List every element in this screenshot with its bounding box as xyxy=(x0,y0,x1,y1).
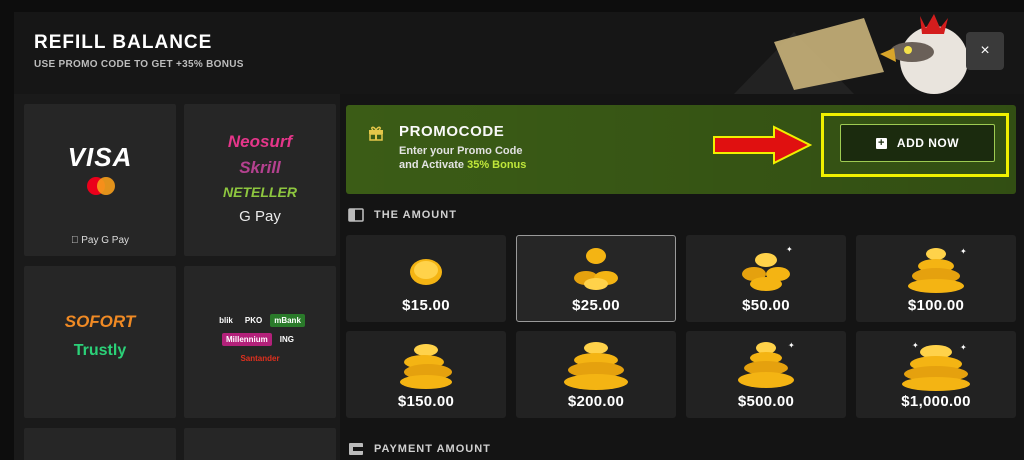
payment-amount-title: PAYMENT AMOUNT xyxy=(374,443,491,455)
promocode-banner: PROMOCODE Enter your Promo Code and Acti… xyxy=(346,105,1016,194)
amount-section-header: THE AMOUNT xyxy=(348,208,457,222)
neosurf-logo: Neosurf xyxy=(227,132,293,151)
wallet-icon xyxy=(348,208,364,222)
red-arrow-icon xyxy=(713,125,812,165)
amount-value: $100.00 xyxy=(907,297,965,314)
blik-logo: blik xyxy=(219,316,233,325)
svg-text:✦: ✦ xyxy=(788,341,795,350)
amount-option[interactable]: ✦ $100.00 xyxy=(856,235,1016,322)
visa-logo: VISA xyxy=(67,142,133,172)
amount-value: $50.00 xyxy=(742,297,790,314)
amount-value: $500.00 xyxy=(737,393,795,410)
coin-stack-icon xyxy=(564,342,628,390)
sofort-logo: SOFORT xyxy=(64,312,136,331)
plus-icon: + xyxy=(875,137,887,149)
promocode-title: PROMOCODE xyxy=(399,123,505,140)
coin-stack-icon: ✦ xyxy=(738,341,795,388)
svg-text:✦: ✦ xyxy=(960,247,967,256)
amount-value: $25.00 xyxy=(572,297,620,314)
amount-value: $1,000.00 xyxy=(901,393,971,410)
card-icon xyxy=(349,443,363,455)
amount-option[interactable]: $15.00 xyxy=(346,235,506,322)
pko-logo: PKO xyxy=(244,316,263,325)
promocode-description: Enter your Promo Code xyxy=(399,145,523,157)
svg-text:✦: ✦ xyxy=(786,245,793,254)
coin-pile-icon: ✦ xyxy=(908,247,967,293)
wallet-labels:  Pay G Pay xyxy=(71,235,129,246)
amount-option[interactable]: $200.00 xyxy=(516,331,676,418)
payment-method-card[interactable] xyxy=(184,428,336,460)
neteller-logo: NETELLER xyxy=(223,184,297,200)
amount-option-selected[interactable]: $25.00 xyxy=(516,235,676,322)
amount-value: $15.00 xyxy=(402,297,450,314)
payment-method-card[interactable]: VISA  Pay G Pay xyxy=(24,104,176,256)
coin-pile-icon: ✦ xyxy=(742,245,793,291)
amount-option[interactable]: ✦ $500.00 xyxy=(686,331,846,418)
svg-text:✦: ✦ xyxy=(912,341,919,350)
amount-value: $200.00 xyxy=(567,393,625,410)
amount-option[interactable]: $150.00 xyxy=(346,331,506,418)
svg-text:✦: ✦ xyxy=(960,343,967,352)
payment-methods-panel: VISA  Pay G Pay Neosurf Skrill NETELLER… xyxy=(14,94,340,460)
modal-title: REFILL BALANCE xyxy=(34,32,213,53)
mbank-logo: mBank xyxy=(270,314,305,327)
payment-method-bank-transfer[interactable]: SOFORT Trustly xyxy=(24,266,176,418)
modal-header: REFILL BALANCE USE PROMO CODE TO GET +35… xyxy=(14,12,1024,94)
payment-amount-section-header: PAYMENT AMOUNT xyxy=(348,442,491,456)
payment-method-banks[interactable]: blik PKO mBank Millennium ING Santander xyxy=(184,266,336,418)
millennium-logo: Millennium xyxy=(221,333,272,346)
single-coin-icon xyxy=(410,259,442,285)
bank-logos: blik PKO mBank Millennium ING Santander xyxy=(184,314,336,371)
trustly-logo: Trustly xyxy=(73,342,127,359)
google-pay-logo: G Pay xyxy=(239,208,281,225)
add-now-label: ADD NOW xyxy=(896,136,960,150)
payment-method-card[interactable] xyxy=(24,428,176,460)
gift-icon xyxy=(369,126,383,141)
modal-subtitle: USE PROMO CODE TO GET +35% BONUS xyxy=(34,59,244,70)
refill-main-panel: PROMOCODE Enter your Promo Code and Acti… xyxy=(340,94,1024,460)
amount-option[interactable]: ✦ $50.00 xyxy=(686,235,846,322)
amount-value: $150.00 xyxy=(397,393,455,410)
skrill-logo: Skrill xyxy=(239,158,281,177)
mastercard-icon xyxy=(87,177,115,195)
close-button[interactable]: × xyxy=(966,32,1004,70)
coin-pile-icon xyxy=(574,248,618,290)
amount-option[interactable]: ✦ ✦ $1,000.00 xyxy=(856,331,1016,418)
ing-logo: ING xyxy=(279,335,294,344)
coin-stack-icon xyxy=(400,344,452,389)
rooster-mascot-icon xyxy=(734,14,968,94)
promocode-bonus-text: and Activate 35% Bonus xyxy=(399,159,527,171)
refill-balance-modal: REFILL BALANCE USE PROMO CODE TO GET +35… xyxy=(14,12,1024,460)
coin-heap-icon: ✦ ✦ xyxy=(902,341,970,391)
add-now-button[interactable]: + ADD NOW xyxy=(840,124,995,162)
santander-logo: Santander xyxy=(240,354,280,363)
payment-method-ewallets[interactable]: Neosurf Skrill NETELLER G Pay xyxy=(184,104,336,256)
amount-section-title: THE AMOUNT xyxy=(374,209,457,221)
